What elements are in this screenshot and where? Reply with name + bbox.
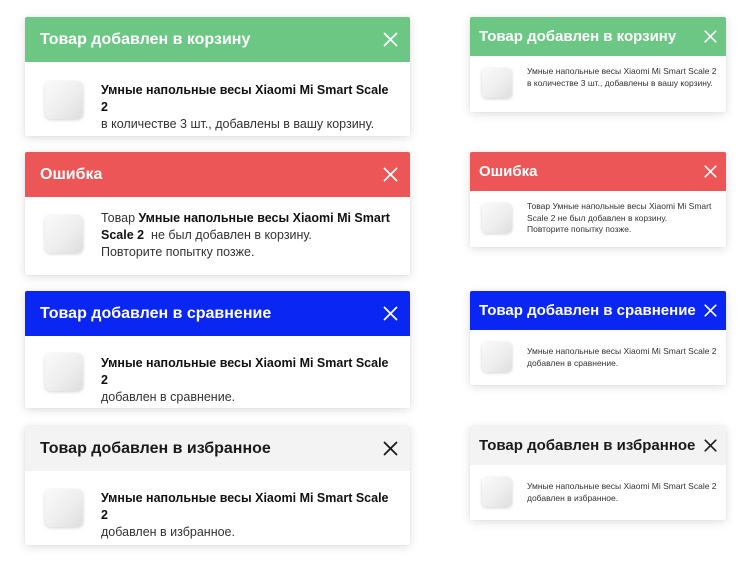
toast-message: Умные напольные весы Xiaomi Mi Smart Sca…: [101, 490, 398, 541]
close-icon[interactable]: [704, 304, 717, 317]
toast-message: Умные напольные весы Xiaomi Mi Smart Sca…: [527, 346, 718, 369]
product-name: Умные напольные весы Xiaomi Mi Smart Sca…: [527, 66, 717, 76]
toast-title: Ошибка: [479, 163, 538, 180]
toast-header: Товар добавлен в корзину: [470, 17, 726, 56]
message-text: в количестве 3 шт., добавлены в вашу кор…: [101, 117, 375, 131]
product-name: Умные напольные весы Xiaomi Mi Smart Sca…: [101, 491, 389, 522]
product-thumbnail: [45, 81, 83, 119]
toast-title: Товар добавлен в корзину: [40, 31, 251, 48]
message-prefix: Товар: [527, 201, 551, 211]
toast-message: Товар Умные напольные весы Xiaomi Mi Sma…: [527, 201, 718, 236]
toast-message: Умные напольные весы Xiaomi Mi Smart Sca…: [527, 481, 718, 504]
product-thumbnail: [482, 68, 512, 98]
toast-message: Товар Умные напольные весы Xiaomi Mi Sma…: [101, 210, 398, 261]
toast-header: Товар добавлен в избранное: [470, 426, 726, 465]
toast-favorite-small: Товар добавлен в избранное Умные напольн…: [470, 426, 726, 520]
close-icon[interactable]: [383, 32, 398, 47]
product-thumbnail: [482, 342, 512, 372]
message-text: добавлен в сравнение.: [527, 357, 619, 368]
product-name: Умные напольные весы Xiaomi Mi Smart Sca…: [527, 481, 717, 491]
retry-text: Повторите попытку позже.: [101, 245, 255, 259]
retry-text: Повторите попытку позже.: [527, 224, 632, 234]
close-icon[interactable]: [704, 165, 717, 178]
toast-compare-large: Товар добавлен в сравнение Умные напольн…: [25, 291, 410, 408]
toast-header: Ошибка: [25, 152, 410, 197]
toast-message: Умные напольные весы Xiaomi Mi Smart Sca…: [101, 355, 398, 406]
toast-header: Товар добавлен в корзину: [25, 17, 410, 62]
toast-title: Товар добавлен в сравнение: [40, 305, 272, 322]
message-text: добавлен в сравнение.: [101, 390, 236, 404]
toast-message: Умные напольные весы Xiaomi Mi Smart Sca…: [101, 82, 398, 133]
product-thumbnail: [482, 477, 512, 507]
message-prefix: Товар: [101, 211, 136, 225]
toast-error-small: Ошибка Товар Умные напольные весы Xiaomi…: [470, 152, 726, 247]
toast-message: Умные напольные весы Xiaomi Mi Smart Sca…: [527, 66, 718, 89]
product-name: Умные напольные весы Xiaomi Mi Smart Sca…: [101, 83, 389, 114]
product-thumbnail: [45, 489, 83, 527]
close-icon[interactable]: [383, 306, 398, 321]
toast-title: Товар добавлен в избранное: [40, 440, 271, 457]
message-text: не был добавлен в корзину.: [151, 228, 312, 242]
toast-favorite-large: Товар добавлен в избранное Умные напольн…: [25, 426, 410, 545]
message-text: в количестве 3 шт., добавлены в вашу кор…: [527, 77, 713, 88]
toast-header: Товар добавлен в сравнение: [470, 291, 726, 330]
product-name: Умные напольные весы Xiaomi Mi Smart Sca…: [527, 346, 717, 356]
message-text: добавлен в избранное.: [101, 525, 235, 539]
toast-title: Товар добавлен в сравнение: [479, 302, 696, 319]
product-name: Умные напольные весы Xiaomi Mi Smart Sca…: [101, 356, 389, 387]
toast-title: Товар добавлен в избранное: [479, 437, 696, 454]
toast-compare-small: Товар добавлен в сравнение Умные напольн…: [470, 291, 726, 385]
message-text: не был добавлен в корзину.: [557, 212, 668, 223]
toast-header: Ошибка: [470, 152, 726, 191]
toast-title: Ошибка: [40, 166, 103, 183]
toast-cart-small: Товар добавлен в корзину Умные напольные…: [470, 17, 726, 112]
close-icon[interactable]: [704, 439, 717, 452]
toast-cart-large: Товар добавлен в корзину Умные напольные…: [25, 17, 410, 136]
close-icon[interactable]: [704, 30, 717, 43]
toast-header: Товар добавлен в сравнение: [25, 291, 410, 336]
product-thumbnail: [45, 353, 83, 391]
toast-error-large: Ошибка Товар Умные напольные весы Xiaomi…: [25, 152, 410, 275]
message-text: добавлен в избранное.: [527, 492, 619, 503]
product-thumbnail: [482, 203, 512, 233]
close-icon[interactable]: [383, 441, 398, 456]
toast-title: Товар добавлен в корзину: [479, 28, 677, 45]
close-icon[interactable]: [383, 167, 398, 182]
product-thumbnail: [45, 215, 83, 253]
toast-header: Товар добавлен в избранное: [25, 426, 410, 471]
